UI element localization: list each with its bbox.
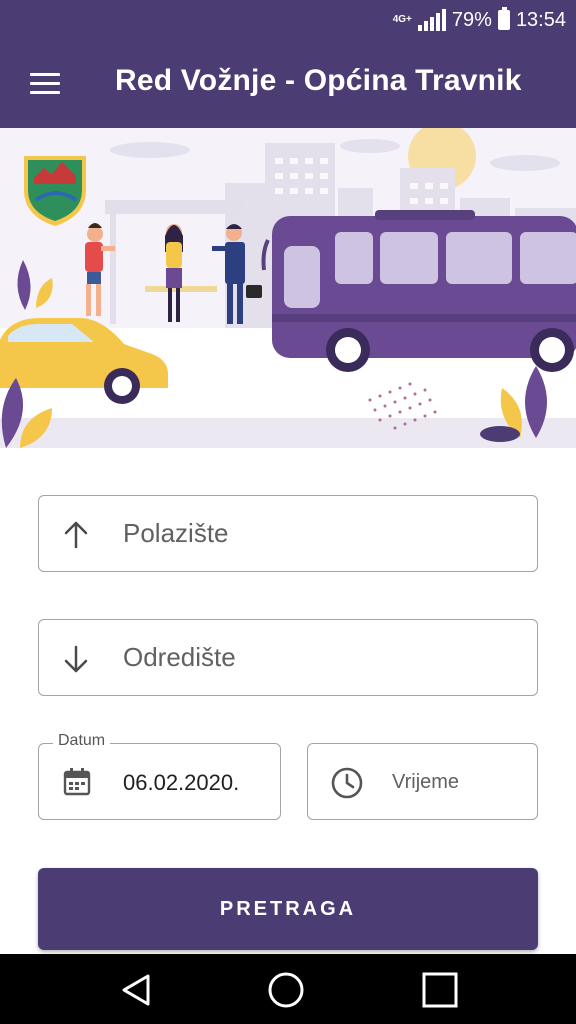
departure-field[interactable]: Polazište <box>38 495 538 572</box>
status-indicators: 4G+ 79% 13:54 <box>393 6 566 34</box>
calendar-icon <box>63 768 91 796</box>
date-label: Datum <box>53 732 111 750</box>
recents-square-icon[interactable] <box>420 970 460 1010</box>
clock-icon <box>331 767 363 799</box>
signal-icon <box>417 9 446 31</box>
arrow-down-icon <box>64 645 88 673</box>
home-circle-icon[interactable] <box>266 970 306 1010</box>
app-bar: Red Vožnje - Općina Travnik <box>0 40 576 128</box>
status-bar: 4G+ 79% 13:54 <box>0 0 576 40</box>
hero-illustration <box>0 128 576 448</box>
battery-icon <box>497 7 510 30</box>
time-field[interactable]: Vrijeme <box>307 743 538 820</box>
date-value: 06.02.2020. <box>123 770 240 795</box>
arrow-up-icon <box>64 521 88 549</box>
destination-placeholder: Odredište <box>123 642 236 672</box>
search-button[interactable]: PRETRAGA <box>38 868 538 950</box>
bus <box>261 210 576 372</box>
date-field[interactable]: Datum 06.02.2020. <box>38 732 281 820</box>
status-time: 13:54 <box>515 8 566 31</box>
battery-percent: 79% <box>451 8 492 31</box>
network-type-indicator: 4G+ <box>392 14 412 25</box>
app-title: Red Vožnje - Općina Travnik <box>115 64 522 97</box>
departure-placeholder: Polazište <box>123 518 229 548</box>
time-placeholder: Vrijeme <box>392 771 460 793</box>
navigation-bar <box>0 954 576 1024</box>
destination-field[interactable]: Odredište <box>38 619 538 696</box>
back-triangle-icon[interactable] <box>116 970 156 1010</box>
menu-icon[interactable] <box>28 70 62 96</box>
